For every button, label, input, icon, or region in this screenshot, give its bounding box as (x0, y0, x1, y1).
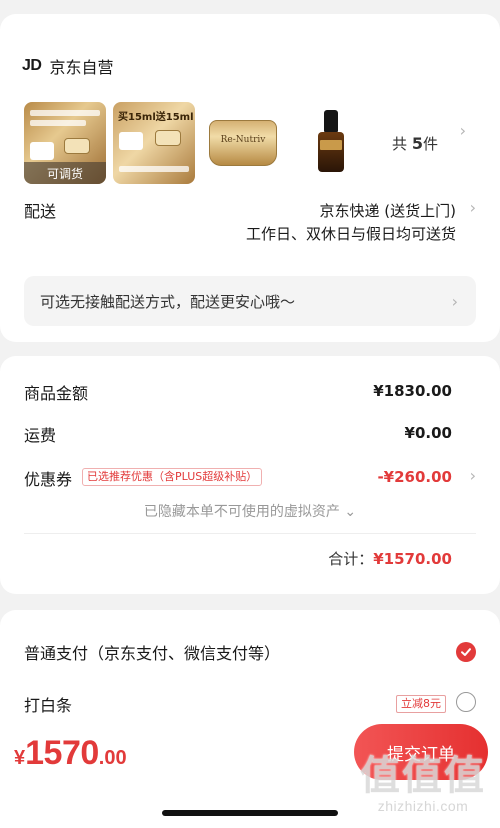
site-watermark: 值值值 zhizhizhi.com (360, 754, 486, 814)
coupon-label[interactable]: 优惠券 (24, 466, 72, 490)
coupon-discount-value[interactable]: -¥260.00 (377, 468, 452, 486)
serum-bottle-label-icon (320, 140, 342, 150)
product-thumbnail-2[interactable]: 买15ml送15ml (113, 102, 195, 184)
serum-bottle-cap-icon (324, 110, 338, 132)
delivery-method[interactable]: 京东快递 (送货上门) (320, 200, 456, 221)
watermark-domain: zhizhizhi.com (377, 798, 469, 814)
item-count-value: 5 (411, 134, 423, 153)
promo-price-tag-graphic (30, 142, 54, 160)
coupon-recommendation-tag[interactable]: 已选推荐优惠（含PLUS超级补贴） (82, 468, 263, 486)
chevron-down-icon: ⌄ (344, 504, 357, 520)
shop-header[interactable]: JD 京东自营 (22, 54, 113, 78)
total-label: 合计： (328, 550, 374, 568)
serum-bottle-icon (318, 132, 344, 172)
shop-name: 京东自营 (49, 58, 114, 77)
grand-total-currency: ¥ (14, 747, 26, 769)
product-thumbnail-4[interactable] (291, 102, 373, 184)
product-jar-graphic (155, 130, 181, 146)
shipping-value: ¥0.00 (404, 424, 452, 442)
divider (24, 533, 476, 534)
cream-jar-icon: Re-Nutriv (209, 120, 277, 166)
promo-price-tag-graphic (119, 132, 143, 150)
chevron-right-icon[interactable]: › (470, 198, 476, 217)
jar-brand-text: Re-Nutriv (220, 135, 266, 145)
watermark-glyphs: 值值值 (360, 753, 486, 799)
grand-total-integer: 1570 (25, 734, 99, 772)
radio-unselected-icon[interactable] (456, 692, 476, 712)
hidden-assets-toggle[interactable]: 已隐藏本单不可使用的虚拟资产 ⌄ (0, 501, 500, 521)
chevron-right-icon[interactable]: › (470, 466, 476, 485)
delivery-label: 配送 (24, 202, 57, 221)
product-jar-graphic (64, 138, 90, 154)
contactless-notice-text: 可选无接触配送方式，配送更安心哦～ (40, 292, 296, 311)
grand-total-decimal: .00 (98, 747, 127, 769)
total-value: ¥1570.00 (373, 550, 452, 568)
stock-transfer-badge: 可调货 (24, 162, 106, 184)
item-count-suffix: 件 (422, 135, 438, 153)
delivery-schedule: 工作日、双休日与假日均可送货 (245, 225, 456, 243)
chevron-right-icon: › (451, 292, 458, 311)
grand-total: ¥1570.00 (14, 734, 127, 773)
promo-banner-graphic (30, 110, 100, 116)
chevron-right-icon[interactable]: › (460, 121, 466, 140)
payment-option-baitiao[interactable]: 打白条 (24, 692, 72, 716)
contactless-delivery-notice[interactable]: 可选无接触配送方式，配送更安心哦～ › (24, 276, 476, 326)
product-thumbnails[interactable]: 可调货 买15ml送15ml Re-Nutriv (24, 102, 373, 184)
home-indicator (162, 810, 338, 816)
product-thumbnail-1[interactable]: 可调货 (24, 102, 106, 184)
checkmark-selected-icon[interactable] (456, 642, 476, 662)
amount-summary-card: 商品金额 ¥1830.00 运费 ¥0.00 优惠券 已选推荐优惠（含PLUS超… (0, 356, 500, 594)
payment-option-standard[interactable]: 普通支付（京东支付、微信支付等） (24, 640, 280, 664)
subtotal-value: ¥1830.00 (373, 382, 452, 400)
subtotal-label: 商品金额 (24, 384, 89, 403)
promo-banner-graphic (30, 120, 86, 126)
order-total: 合计：¥1570.00 (328, 548, 452, 569)
item-count-prefix: 共 (392, 135, 408, 153)
order-card: JD 京东自营 可调货 买15ml送15ml Re-Nutriv 共 5件 › … (0, 14, 500, 342)
product-row-graphic (119, 166, 189, 172)
jd-logo: JD (22, 57, 42, 74)
shipping-label: 运费 (24, 426, 57, 445)
item-count[interactable]: 共 5件 (392, 133, 438, 154)
hidden-assets-text: 已隐藏本单不可使用的虚拟资产 (143, 504, 340, 520)
product-thumbnail-3[interactable]: Re-Nutriv (202, 102, 284, 184)
instant-discount-tag: 立减8元 (396, 695, 446, 713)
promo-text: 买15ml送15ml (118, 112, 194, 123)
